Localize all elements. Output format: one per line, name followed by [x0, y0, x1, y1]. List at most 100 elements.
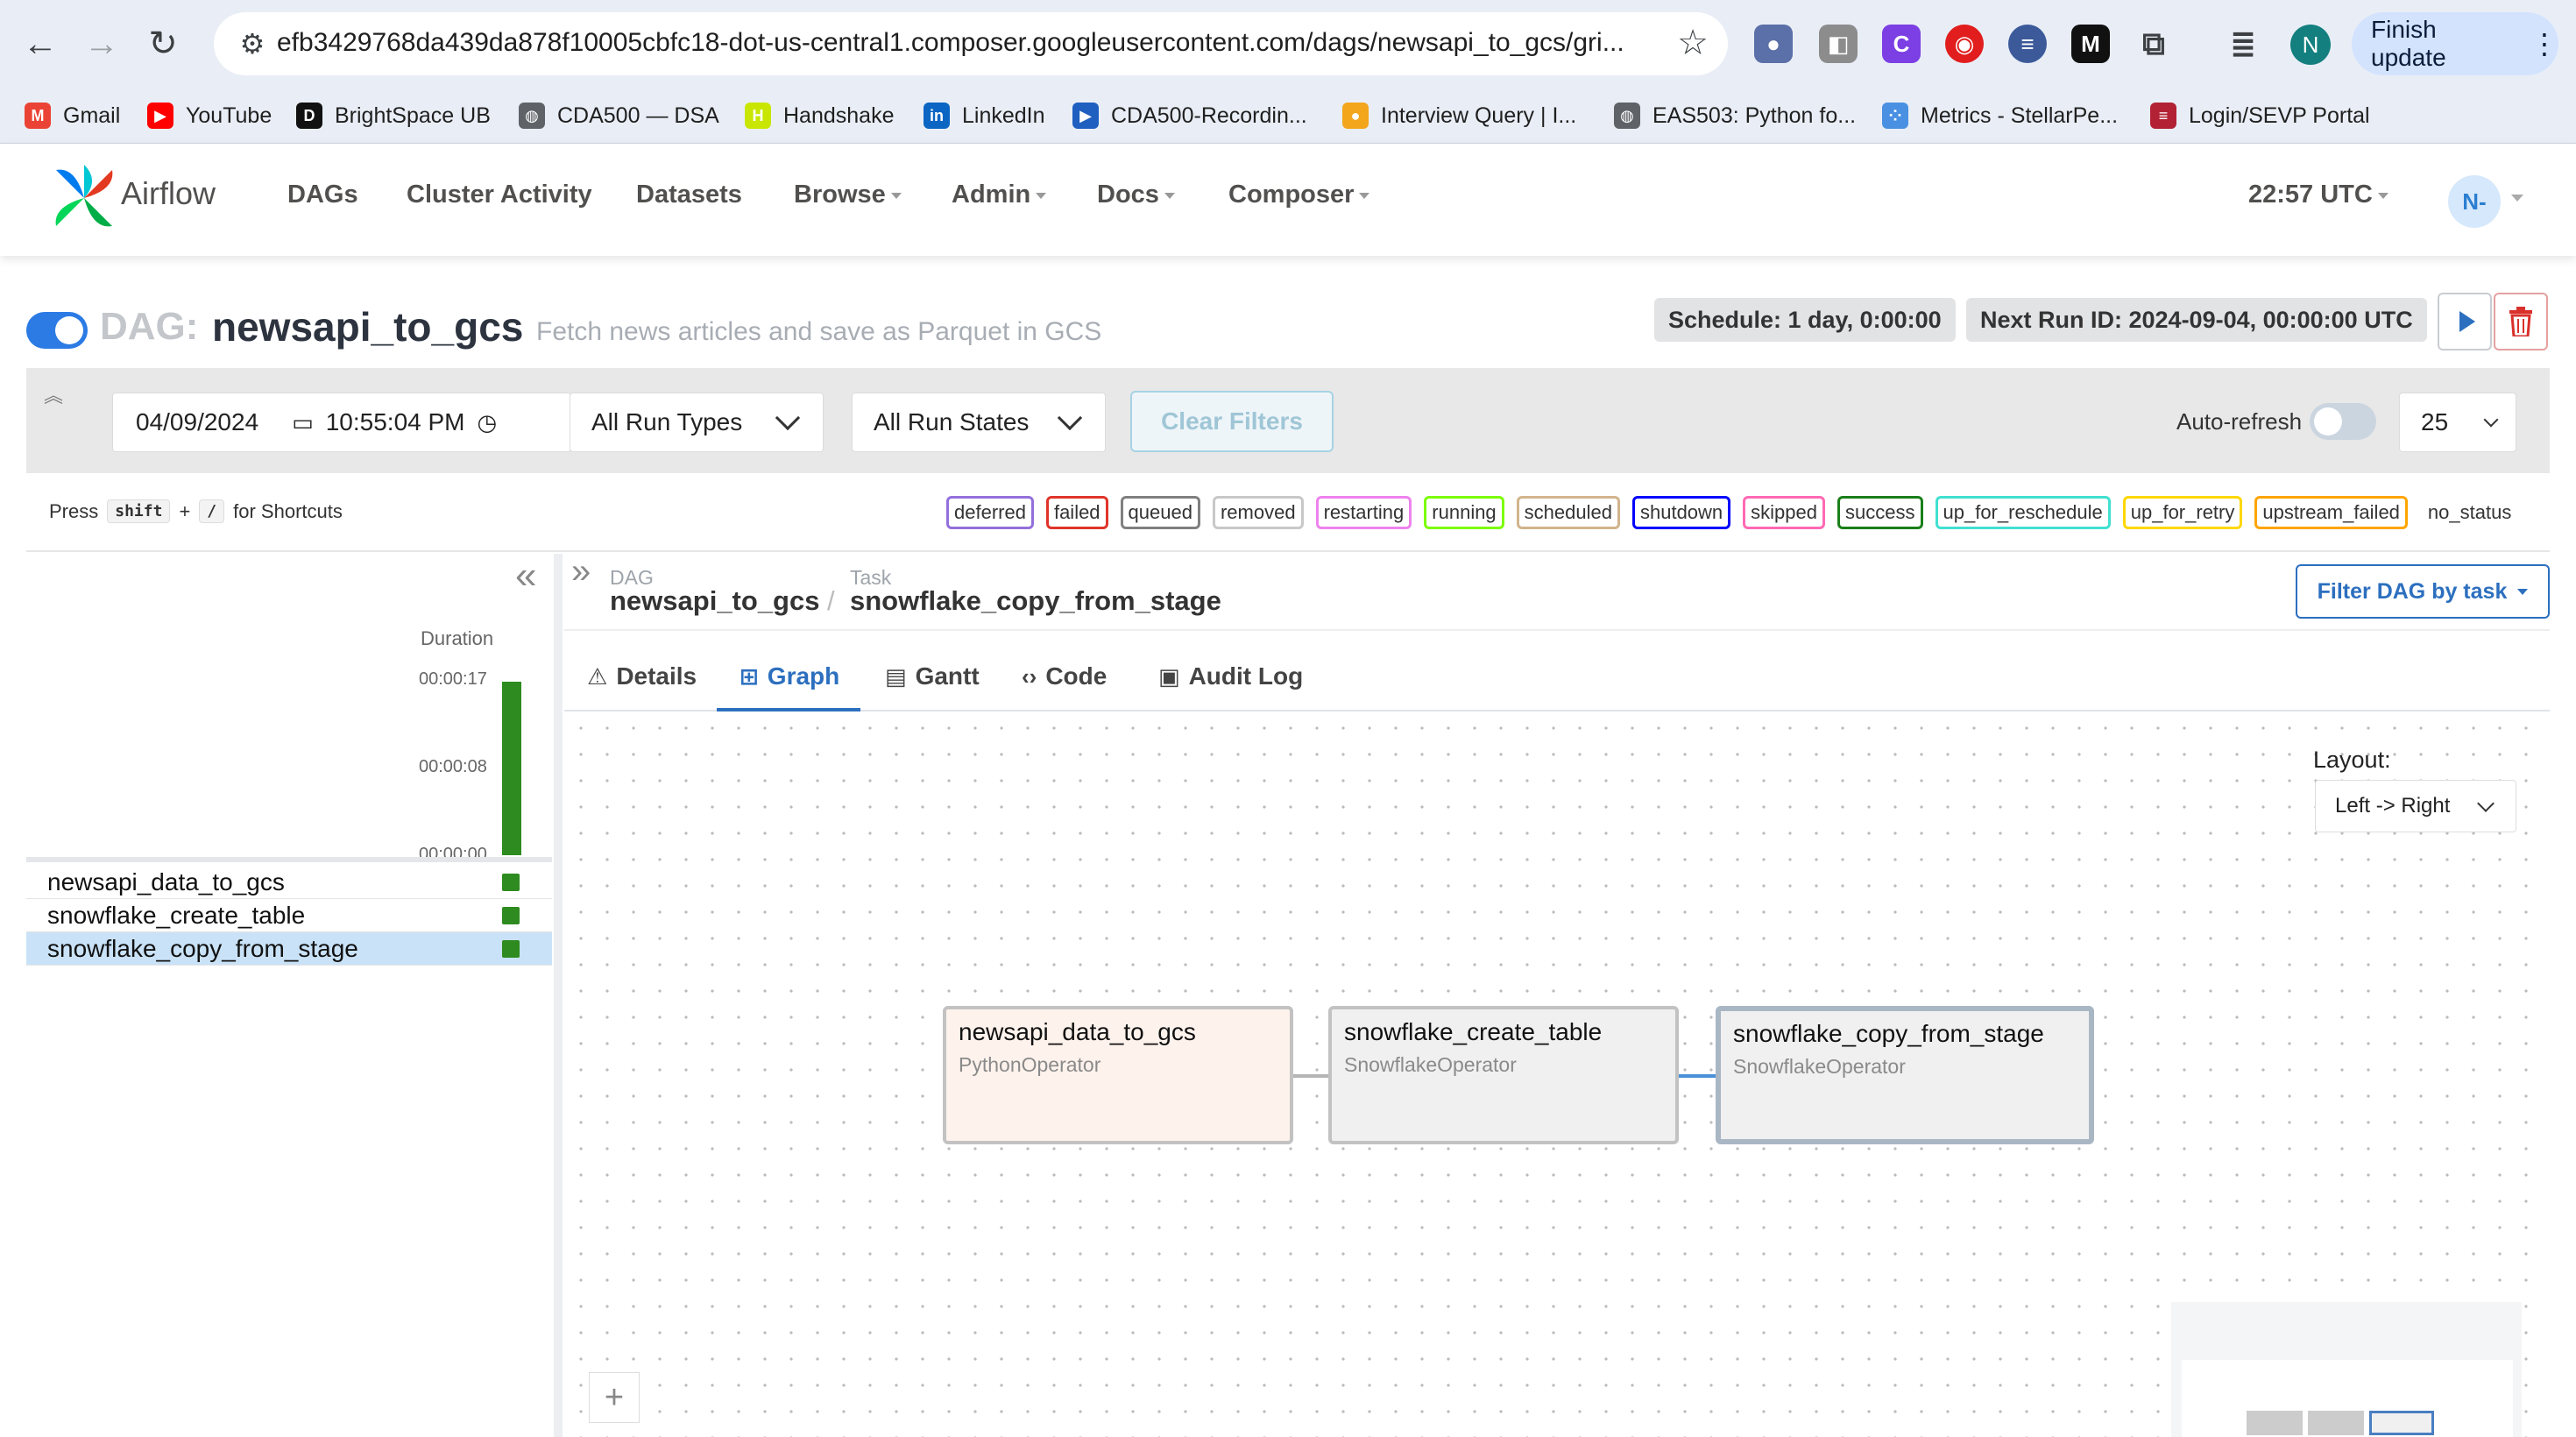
dag-id-title[interactable]: newsapi_to_gcs — [212, 303, 523, 350]
dag-pause-toggle[interactable] — [26, 312, 88, 349]
medium-icon[interactable]: M — [2071, 25, 2110, 63]
flag-extension-icon[interactable]: ≡ — [2008, 25, 2047, 63]
legend-failed[interactable]: failed — [1045, 496, 1108, 529]
legend-skipped[interactable]: skipped — [1743, 496, 1826, 529]
site-info-icon[interactable]: ⚙ — [233, 25, 272, 63]
bookmark-item[interactable]: ▶ CDA500-Recordin... — [1072, 98, 1307, 133]
tab-audit-log[interactable]: ▣ Audit Log — [1158, 659, 1303, 694]
auto-refresh-toggle[interactable] — [2310, 403, 2376, 440]
bookmark-item[interactable]: D BrightSpace UB — [296, 98, 491, 133]
task-instance-success[interactable] — [502, 940, 520, 958]
task-instance-success[interactable] — [502, 874, 520, 891]
nav-dags[interactable]: DAGs — [287, 181, 358, 209]
legend-up-for-reschedule[interactable]: up_for_reschedule — [1935, 496, 2111, 529]
nav-docs[interactable]: Docs — [1097, 181, 1175, 209]
extension-icon[interactable]: ◧ — [1819, 25, 1858, 63]
forward-arrow-icon[interactable]: → — [77, 19, 126, 68]
airflow-logo-icon[interactable] — [49, 163, 119, 233]
trigger-dag-button[interactable] — [2438, 293, 2492, 350]
legend-deferred[interactable]: deferred — [946, 496, 1034, 529]
layout-select[interactable]: Left -> Right — [2315, 780, 2516, 832]
delete-dag-button[interactable] — [2494, 293, 2548, 350]
task-node-newsapi-data-to-gcs[interactable]: newsapi_data_to_gcs PythonOperator — [943, 1006, 1293, 1144]
clock-time[interactable]: 22:57 UTC — [2248, 181, 2388, 209]
legend-shutdown[interactable]: shutdown — [1631, 496, 1731, 529]
task-node-snowflake-create-table[interactable]: snowflake_create_table SnowflakeOperator — [1328, 1006, 1679, 1144]
nav-admin[interactable]: Admin — [952, 181, 1046, 209]
bookmark-label: CDA500-Recordin... — [1111, 103, 1307, 128]
legend-upstream-failed[interactable]: upstream_failed — [2254, 496, 2408, 529]
run-types-value: All Run Types — [591, 408, 743, 435]
user-avatar[interactable]: N- — [2448, 175, 2501, 228]
back-arrow-icon[interactable]: ← — [16, 19, 65, 68]
graph-minimap[interactable] — [2171, 1302, 2522, 1437]
tab-label: Code — [1045, 662, 1108, 690]
schedule-badge[interactable]: Schedule: 1 day, 0:00:00 — [1654, 298, 1956, 342]
tab-gantt[interactable]: ▤ Gantt — [885, 659, 980, 694]
chevron-down-icon — [775, 405, 801, 431]
panel-resize-handle[interactable] — [554, 554, 563, 1437]
breadcrumb-dag-link[interactable]: newsapi_to_gcs — [610, 585, 819, 617]
task-instance-success[interactable] — [502, 907, 520, 924]
media-queue-icon[interactable]: ≣ — [2224, 25, 2262, 63]
legend-queued[interactable]: queued — [1120, 496, 1200, 529]
nav-composer[interactable]: Composer — [1228, 181, 1369, 209]
legend-no-status[interactable]: no_status — [2419, 496, 2520, 529]
legend-up-for-retry[interactable]: up_for_retry — [2122, 496, 2243, 529]
bookmark-item[interactable]: ◍ EAS503: Python fo... — [1614, 98, 1856, 133]
legend-running[interactable]: running — [1424, 496, 1504, 529]
finish-update-button[interactable]: Finish update ⋮ — [2352, 12, 2558, 75]
more-vert-icon[interactable]: ⋮ — [2530, 27, 2558, 60]
calendar-icon[interactable]: ▭ — [292, 409, 314, 436]
legend-removed[interactable]: removed — [1212, 496, 1304, 529]
bookmark-star-icon[interactable]: ☆ — [1677, 23, 1709, 63]
bookmark-item[interactable]: ● Interview Query | I... — [1342, 98, 1576, 133]
nav-cluster-activity[interactable]: Cluster Activity — [407, 181, 592, 209]
tab-graph[interactable]: ⊞ Graph — [740, 659, 839, 694]
address-bar[interactable]: ⚙ efb3429768da439da878f10005cbfc18-dot-u… — [214, 12, 1728, 75]
code-icon: ‹› — [1022, 662, 1037, 690]
task-node-snowflake-copy-from-stage[interactable]: snowflake_copy_from_stage SnowflakeOperat… — [1716, 1006, 2094, 1144]
bookmark-item[interactable]: ⁘ Metrics - StellarPe... — [1882, 98, 2118, 133]
next-run-badge[interactable]: Next Run ID: 2024-09-04, 00:00:00 UTC — [1966, 298, 2427, 342]
zoom-in-button[interactable]: + — [589, 1372, 640, 1423]
tab-details[interactable]: ⚠ Details — [587, 659, 697, 694]
task-row[interactable]: newsapi_data_to_gcs — [26, 866, 552, 899]
nav-datasets[interactable]: Datasets — [636, 181, 742, 209]
task-row[interactable]: snowflake_create_table — [26, 899, 552, 932]
extension-icon[interactable]: ● — [1754, 25, 1793, 63]
collapse-filters-icon[interactable]: ︽ — [44, 380, 63, 408]
page-size-select[interactable]: 25 — [2399, 393, 2516, 452]
puzzle-icon[interactable]: ⧉ — [2134, 25, 2173, 63]
legend-scheduled[interactable]: scheduled — [1516, 496, 1620, 529]
bookmark-item[interactable]: H Handshake — [745, 98, 894, 133]
nav-browse[interactable]: Browse — [794, 181, 902, 209]
shortcuts-suffix: for Shortcuts — [233, 499, 343, 522]
dag-run-duration-bar[interactable] — [502, 682, 521, 855]
filter-dag-by-task-button[interactable]: Filter DAG by task — [2296, 564, 2550, 619]
adblock-icon[interactable]: ◉ — [1945, 25, 1984, 63]
run-states-select[interactable]: All Run States — [852, 393, 1106, 452]
extension-icon[interactable]: C — [1882, 25, 1921, 63]
base-date-input[interactable]: 04/09/2024 ▭ 10:55:04 PM ◷ — [112, 393, 571, 452]
bookmark-item[interactable]: in LinkedIn — [924, 98, 1045, 133]
expand-details-icon[interactable]: » — [571, 552, 591, 591]
run-types-select[interactable]: All Run Types — [570, 393, 824, 452]
breadcrumb-task-link[interactable]: snowflake_copy_from_stage — [850, 585, 1221, 617]
profile-avatar[interactable]: N — [2290, 25, 2331, 65]
bookmark-item[interactable]: ≡ Login/SEVP Portal — [2150, 98, 2370, 133]
bookmark-item[interactable]: ◍ CDA500 — DSA — [519, 98, 719, 133]
bookmark-item[interactable]: M Gmail — [25, 98, 120, 133]
tab-code[interactable]: ‹› Code — [1022, 659, 1107, 694]
reload-icon[interactable]: ↻ — [138, 19, 188, 68]
url-text[interactable]: efb3429768da439da878f10005cbfc18-dot-us-… — [277, 28, 1624, 58]
collapse-grid-icon[interactable]: « — [515, 554, 536, 598]
bookmark-item[interactable]: ▶ YouTube — [147, 98, 272, 133]
legend-success[interactable]: success — [1837, 496, 1923, 529]
legend-restarting[interactable]: restarting — [1315, 496, 1412, 529]
user-menu-caret-icon[interactable] — [2511, 195, 2523, 202]
airflow-logo-text[interactable]: Airflow — [121, 175, 216, 212]
clear-filters-button[interactable]: Clear Filters — [1130, 391, 1334, 452]
task-row[interactable]: snowflake_copy_from_stage — [26, 932, 552, 966]
clock-icon[interactable]: ◷ — [478, 409, 498, 436]
